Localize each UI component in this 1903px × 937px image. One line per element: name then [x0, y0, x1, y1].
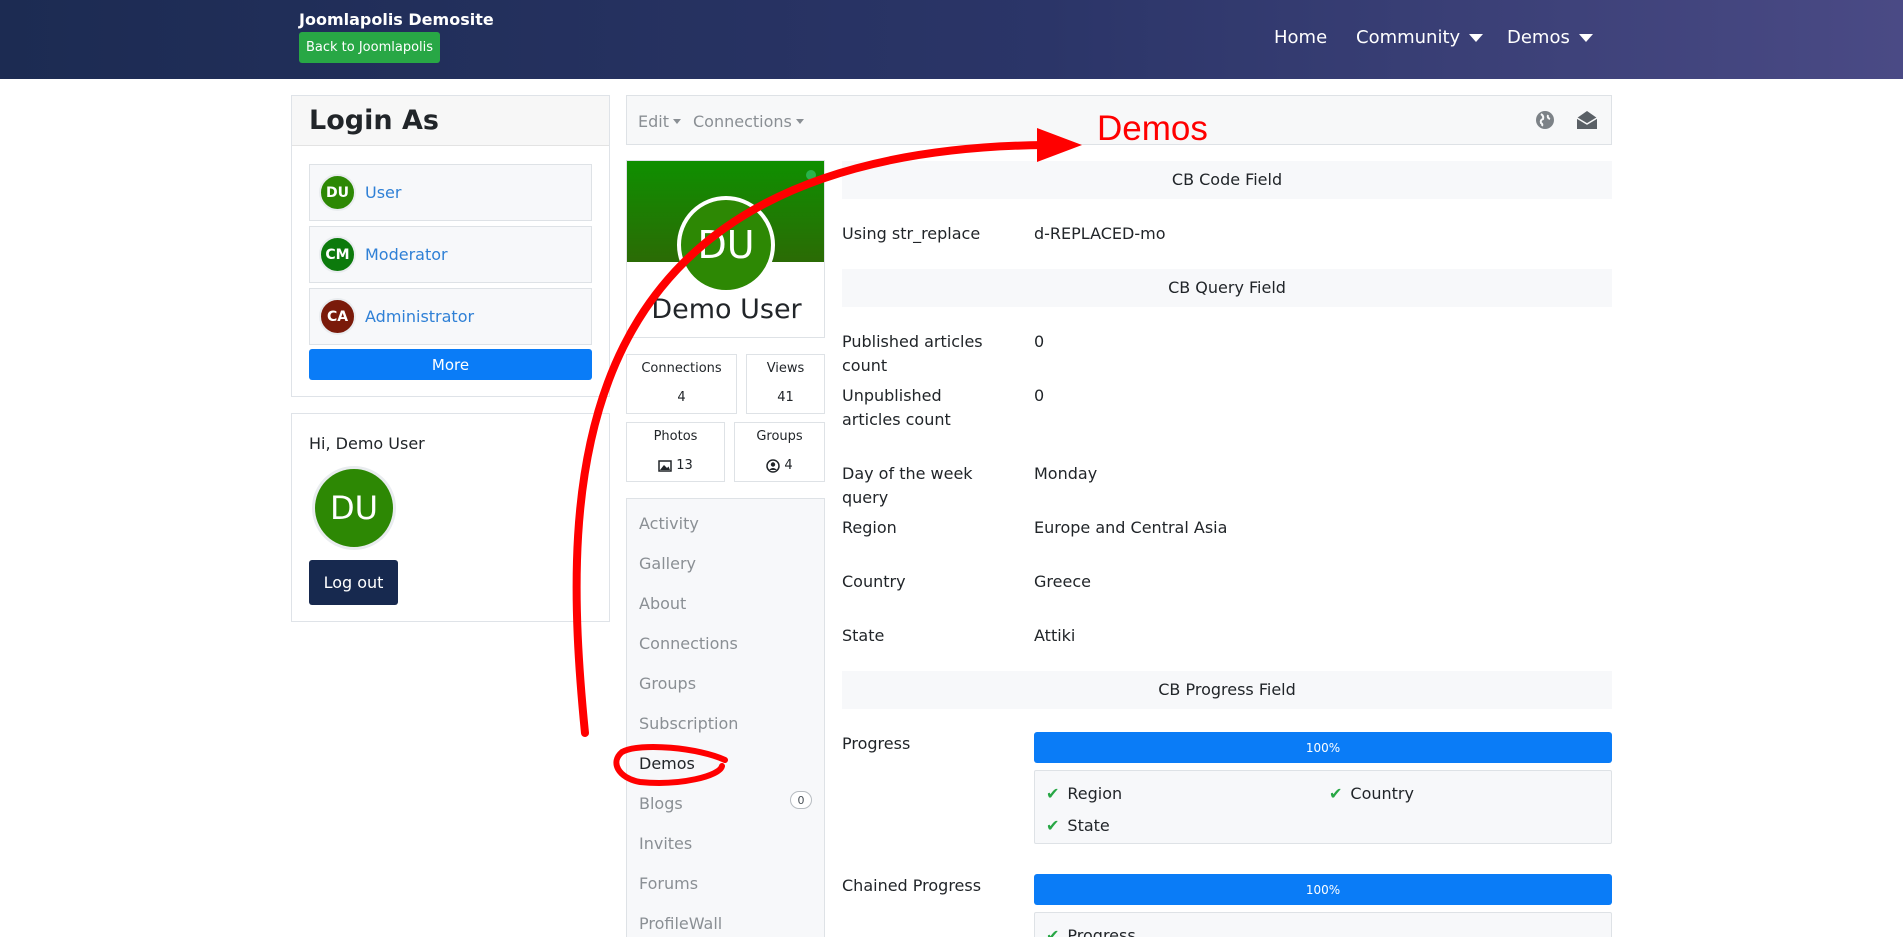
list-item: ✔ Country [1329, 784, 1414, 803]
login-as-title: Login As [292, 96, 609, 146]
stat-photos-label: Photos [653, 429, 698, 444]
tab-subscription[interactable]: Subscription [639, 714, 738, 733]
logout-button[interactable]: Log out [309, 560, 398, 605]
tab-groups[interactable]: Groups [639, 674, 696, 693]
caret-down-icon [672, 119, 681, 124]
stat-groups-value: 4 [735, 458, 824, 473]
field-label: Progress [842, 734, 911, 753]
profile-header-box: DU Demo User [626, 160, 825, 338]
progress-checklist: ✔ Region ✔ Country ✔ State [1034, 770, 1612, 844]
caret-down-icon [795, 119, 804, 124]
stat-connections-value: 4 [677, 390, 686, 405]
avatar: DU [319, 174, 356, 211]
image-icon [658, 459, 672, 472]
greeting-card: Hi, Demo User DU Log out [291, 413, 610, 622]
nav-community-label: Community [1356, 27, 1461, 48]
field-label: Unpublished articles count [842, 386, 951, 429]
list-item: ✔ Progress [1046, 926, 1136, 937]
cb-progress-field-header: CB Progress Field [842, 671, 1612, 709]
stat-photos[interactable]: Photos 13 [626, 422, 725, 482]
edit-menu[interactable]: Edit [638, 112, 681, 131]
profile-avatar[interactable]: DU [677, 196, 775, 294]
user-circle-icon [766, 458, 781, 473]
login-as-card: Login As DU User CM Moderator CA Adminis… [291, 95, 610, 397]
field-label: Published articles count [842, 332, 983, 375]
login-as-administrator-row[interactable]: CA Administrator [309, 288, 592, 345]
nav-community[interactable]: Community [1356, 27, 1484, 48]
tab-invites[interactable]: Invites [639, 834, 692, 853]
field-label: Using str_replace [842, 224, 981, 243]
online-status-dot [806, 170, 816, 180]
stat-views[interactable]: Views 41 [746, 354, 825, 414]
caret-down-icon [1469, 33, 1484, 42]
login-as-user-link[interactable]: User [365, 183, 401, 202]
tab-blogs[interactable]: Blogs [639, 794, 683, 813]
field-label: State [842, 626, 885, 645]
tab-forums[interactable]: Forums [639, 874, 698, 893]
site-brand[interactable]: Joomlapolis Demosite [299, 10, 494, 29]
tab-gallery[interactable]: Gallery [639, 554, 696, 573]
check-icon: ✔ [1046, 926, 1060, 937]
stat-groups-label: Groups [756, 429, 803, 444]
stat-groups[interactable]: Groups 4 [734, 422, 825, 482]
profile-tabs-menu: Activity Gallery About Connections Group… [626, 498, 825, 937]
cb-code-field-header: CB Code Field [842, 161, 1612, 199]
field-value: Attiki [1034, 626, 1076, 645]
check-icon: ✔ [1046, 784, 1060, 803]
avatar: CM [319, 236, 356, 273]
field-label: Day of the week query [842, 464, 973, 507]
nav-demos-label: Demos [1507, 27, 1570, 48]
field-value: d-REPLACED-mo [1034, 224, 1166, 243]
field-value: 0 [1034, 386, 1045, 405]
login-as-administrator-link[interactable]: Administrator [365, 307, 474, 326]
login-as-user-row[interactable]: DU User [309, 164, 592, 221]
check-icon: ✔ [1329, 784, 1343, 803]
list-item: ✔ Region [1046, 784, 1123, 803]
tab-activity[interactable]: Activity [639, 514, 699, 533]
field-label: Region [842, 518, 897, 537]
stat-views-label: Views [766, 361, 805, 376]
tab-about[interactable]: About [639, 594, 686, 613]
nav-home-label: Home [1274, 27, 1328, 48]
nav-home[interactable]: Home [1274, 27, 1327, 48]
edit-menu-label: Edit [638, 112, 669, 131]
field-label: Chained Progress [842, 876, 982, 895]
blogs-count-badge: 0 [790, 791, 812, 809]
field-label: Country [842, 572, 906, 591]
stat-connections[interactable]: Connections 4 [626, 354, 737, 414]
cb-query-field-header: CB Query Field [842, 269, 1612, 307]
field-value: 0 [1034, 332, 1045, 351]
avatar: CA [319, 298, 356, 335]
tab-connections[interactable]: Connections [639, 634, 738, 653]
greeting-text: Hi, Demo User [309, 434, 425, 453]
login-as-moderator-row[interactable]: CM Moderator [309, 226, 592, 283]
connections-menu-label: Connections [693, 112, 792, 131]
connections-menu[interactable]: Connections [693, 112, 804, 131]
chained-progress-checklist: ✔ Progress [1034, 912, 1612, 937]
globe-icon[interactable] [1533, 108, 1557, 132]
avatar[interactable]: DU [312, 466, 396, 550]
field-value: Greece [1034, 572, 1091, 591]
envelope-open-icon[interactable] [1575, 108, 1599, 132]
profile-name: Demo User [651, 294, 802, 325]
top-navbar: Joomlapolis Demosite Back to Joomlapolis… [0, 0, 1903, 79]
field-value: Monday [1034, 464, 1098, 483]
tab-profilewall[interactable]: ProfileWall [639, 914, 722, 933]
progress-bar: 100% [1034, 732, 1612, 763]
demos-annotation-label: Demos [1097, 109, 1208, 148]
chained-progress-bar: 100% [1034, 874, 1612, 905]
caret-down-icon [1578, 33, 1593, 42]
stat-views-value: 41 [777, 390, 794, 405]
stat-connections-label: Connections [641, 361, 722, 376]
back-to-joomlapolis-button[interactable]: Back to Joomlapolis [299, 32, 440, 63]
tab-demos[interactable]: Demos [639, 754, 695, 773]
login-as-moderator-link[interactable]: Moderator [365, 245, 448, 264]
check-icon: ✔ [1046, 816, 1060, 835]
field-value: Europe and Central Asia [1034, 518, 1228, 537]
more-button[interactable]: More [309, 349, 592, 380]
nav-demos[interactable]: Demos [1507, 27, 1593, 48]
list-item: ✔ State [1046, 816, 1110, 835]
stat-photos-value: 13 [627, 458, 724, 473]
